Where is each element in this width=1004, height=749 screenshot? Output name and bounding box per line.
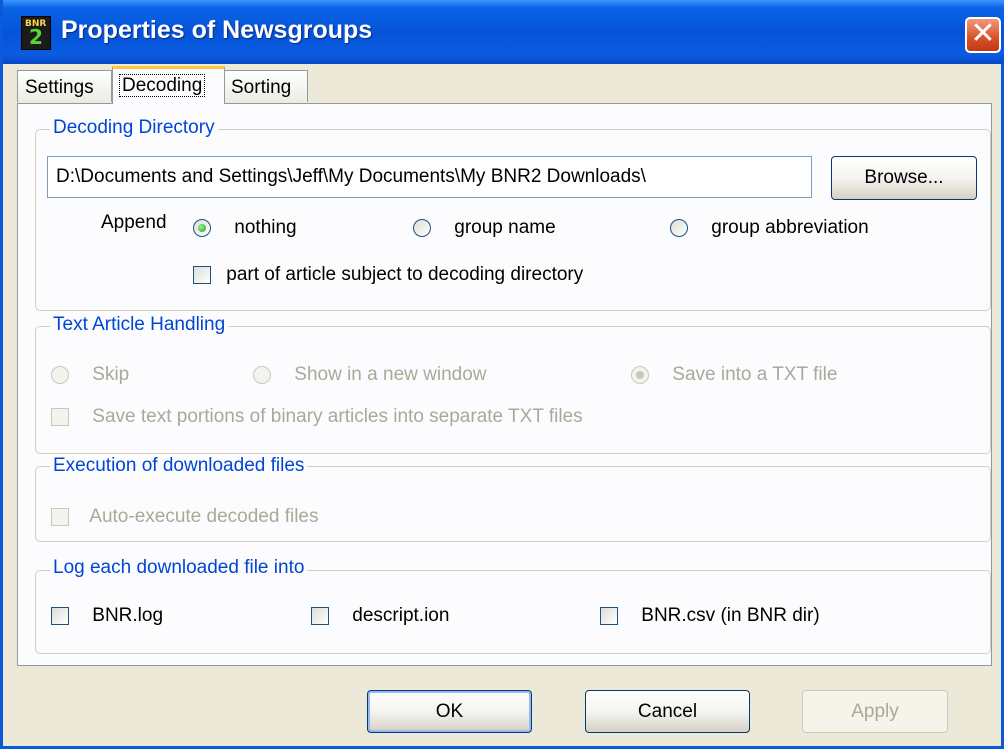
close-icon: ✕: [970, 17, 996, 50]
text-radio-skip[interactable]: Skip: [51, 364, 129, 386]
append-radio-group-name[interactable]: group name: [413, 217, 556, 239]
append-radio-group-abbreviation[interactable]: group abbreviation: [670, 217, 869, 239]
append-label: Append: [101, 212, 167, 233]
tab-decoding[interactable]: Decoding: [112, 66, 225, 104]
text-article-handling-group: [35, 326, 991, 454]
log-group: [35, 570, 991, 654]
text-radio-show-new-window[interactable]: Show in a new window: [253, 364, 487, 386]
checkbox-icon: [51, 508, 69, 526]
radio-button-icon: [193, 219, 211, 237]
checkbox-icon: [51, 607, 69, 625]
execution-group: [35, 466, 991, 542]
browse-button[interactable]: Browse...: [831, 156, 977, 200]
radio-button-icon: [51, 366, 69, 384]
log-legend: Log each downloaded file into: [50, 557, 308, 579]
tab-sorting[interactable]: Sorting: [223, 70, 308, 102]
execution-legend: Execution of downloaded files: [50, 455, 308, 477]
ok-button[interactable]: OK: [367, 690, 532, 733]
radio-button-icon: [413, 219, 431, 237]
window-title: Properties of Newsgroups: [61, 16, 373, 44]
text-radio-save-txt[interactable]: Save into a TXT file: [631, 364, 837, 386]
decoding-directory-input[interactable]: D:\Documents and Settings\Jeff\My Docume…: [47, 156, 812, 198]
properties-dialog: BNR 2 Properties of Newsgroups ✕ Setting…: [0, 0, 1004, 749]
checkbox-icon: [193, 266, 211, 284]
subject-to-directory-checkbox[interactable]: part of article subject to decoding dire…: [193, 264, 583, 286]
close-button[interactable]: ✕: [965, 17, 1001, 53]
tab-settings[interactable]: Settings: [17, 70, 112, 102]
separate-txt-checkbox[interactable]: Save text portions of binary articles in…: [51, 406, 583, 428]
log-checkbox-bnr-csv[interactable]: BNR.csv (in BNR dir): [600, 605, 820, 627]
radio-button-icon: [670, 219, 688, 237]
append-radio-nothing[interactable]: nothing: [193, 217, 297, 239]
checkbox-icon: [600, 607, 618, 625]
decoding-directory-legend: Decoding Directory: [50, 117, 218, 139]
cancel-button[interactable]: Cancel: [585, 690, 750, 733]
log-checkbox-bnr-log[interactable]: BNR.log: [51, 605, 163, 627]
apply-button[interactable]: Apply: [802, 690, 948, 733]
text-article-handling-legend: Text Article Handling: [50, 314, 229, 336]
auto-execute-checkbox[interactable]: Auto-execute decoded files: [51, 506, 319, 528]
radio-button-icon: [253, 366, 271, 384]
checkbox-icon: [51, 408, 69, 426]
radio-button-icon: [631, 366, 649, 384]
title-bar[interactable]: BNR 2 Properties of Newsgroups ✕: [3, 0, 1004, 64]
checkbox-icon: [311, 607, 329, 625]
bnr2-app-icon: BNR 2: [21, 16, 51, 50]
log-checkbox-descript-ion[interactable]: descript.ion: [311, 605, 449, 627]
